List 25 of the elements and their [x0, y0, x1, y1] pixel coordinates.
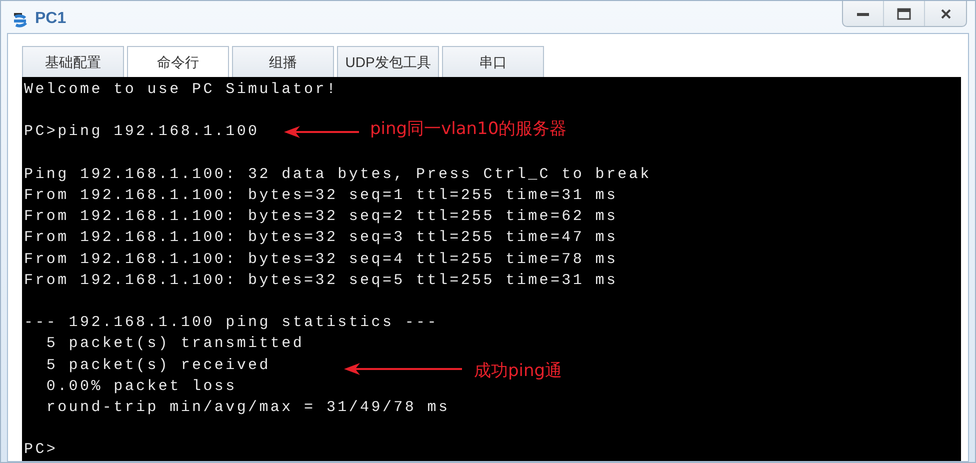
close-icon	[940, 8, 952, 20]
terminal-line: Welcome to use PC Simulator!	[24, 80, 338, 100]
terminal-line: From 192.168.1.100: bytes=32 seq=4 ttl=255 time=78 ms	[24, 250, 618, 270]
terminal-line: Ping 192.168.1.100: 32 data bytes, Press Ctrl_C to break	[24, 164, 652, 185]
terminal-line: PC>ping 192.168.1.100	[24, 122, 260, 142]
terminal-line: PC>	[24, 440, 58, 460]
annotation-text: 成功ping通	[474, 360, 562, 383]
terminal-line: 5 packet(s) transmitted	[45, 334, 304, 354]
minimize-icon	[857, 12, 869, 16]
terminal-line: 0.00% packet loss	[45, 376, 237, 397]
maximize-icon	[897, 8, 911, 20]
terminal-line: From 192.168.1.100: bytes=32 seq=3 ttl=255 time=47 ms	[24, 228, 618, 248]
terminal-line: 5 packet(s) received	[45, 356, 270, 376]
tab[interactable]: 基础配置	[22, 46, 124, 77]
window-title: PC1	[35, 8, 66, 28]
tab[interactable]: 命令行	[127, 46, 229, 77]
annotation-text: ping同一vlan10的服务器	[370, 118, 567, 141]
terminal-line: round-trip min/avg/max = 31/49/78 ms	[45, 398, 450, 418]
tab[interactable]: 串口	[442, 46, 544, 77]
terminal-line: --- 192.168.1.100 ping statistics ---	[24, 313, 438, 334]
terminal-line: From 192.168.1.100: bytes=32 seq=2 ttl=255 time=62 ms	[24, 207, 618, 228]
tab[interactable]: 组播	[232, 46, 334, 77]
terminal-line: From 192.168.1.100: bytes=32 seq=1 ttl=255 time=31 ms	[24, 186, 618, 206]
terminal-line: From 192.168.1.100: bytes=32 seq=5 ttl=255 time=31 ms	[24, 270, 618, 291]
tab[interactable]: UDP发包工具	[337, 46, 439, 77]
